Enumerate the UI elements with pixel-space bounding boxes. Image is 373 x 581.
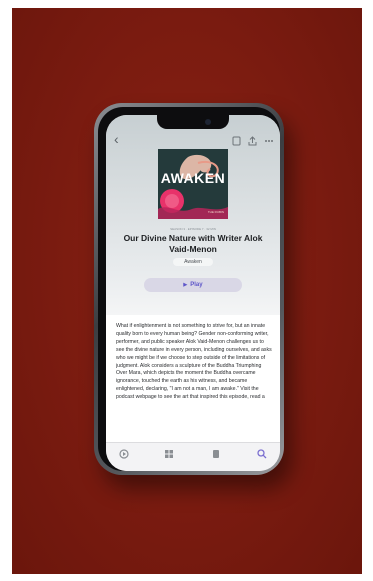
tab-bar xyxy=(106,442,280,471)
artwork-title: AWAKEN xyxy=(160,170,226,186)
episode-description: What if enlightenment is not something t… xyxy=(116,323,272,401)
browse-grid-icon[interactable] xyxy=(161,448,177,460)
phone-screen: ‹ AWAKEN THE RUBIN SEASON 3 · EPISODE 7 … xyxy=(106,115,280,471)
episode-header: ‹ AWAKEN THE RUBIN SEASON 3 · EPISODE 7 … xyxy=(106,115,280,315)
share-icon[interactable] xyxy=(248,136,257,149)
bookmark-icon[interactable] xyxy=(232,136,241,149)
artwork-tag: THE RUBIN xyxy=(207,210,224,214)
podcast-artwork: AWAKEN THE RUBIN xyxy=(158,149,228,219)
library-icon[interactable] xyxy=(208,448,224,460)
episode-title: Our Divine Nature with Writer Alok Vaid-… xyxy=(123,233,263,254)
ellipsis-icon[interactable] xyxy=(264,136,274,149)
play-icon: ▶ xyxy=(183,282,188,288)
search-icon[interactable] xyxy=(254,448,270,460)
front-camera xyxy=(205,119,211,125)
play-label: Play xyxy=(190,282,203,288)
episode-meta: SEASON 3 · EPISODE 7 · 32 MIN xyxy=(170,227,216,231)
notch xyxy=(157,115,229,129)
chevron-left-icon[interactable]: ‹ xyxy=(114,132,119,146)
phone-bezel: ‹ AWAKEN THE RUBIN SEASON 3 · EPISODE 7 … xyxy=(98,107,280,471)
play-button[interactable]: ▶ Play xyxy=(144,278,242,292)
phone-frame: ‹ AWAKEN THE RUBIN SEASON 3 · EPISODE 7 … xyxy=(94,103,284,475)
listen-now-icon[interactable] xyxy=(116,448,132,460)
show-link[interactable]: Awaken xyxy=(173,258,213,266)
